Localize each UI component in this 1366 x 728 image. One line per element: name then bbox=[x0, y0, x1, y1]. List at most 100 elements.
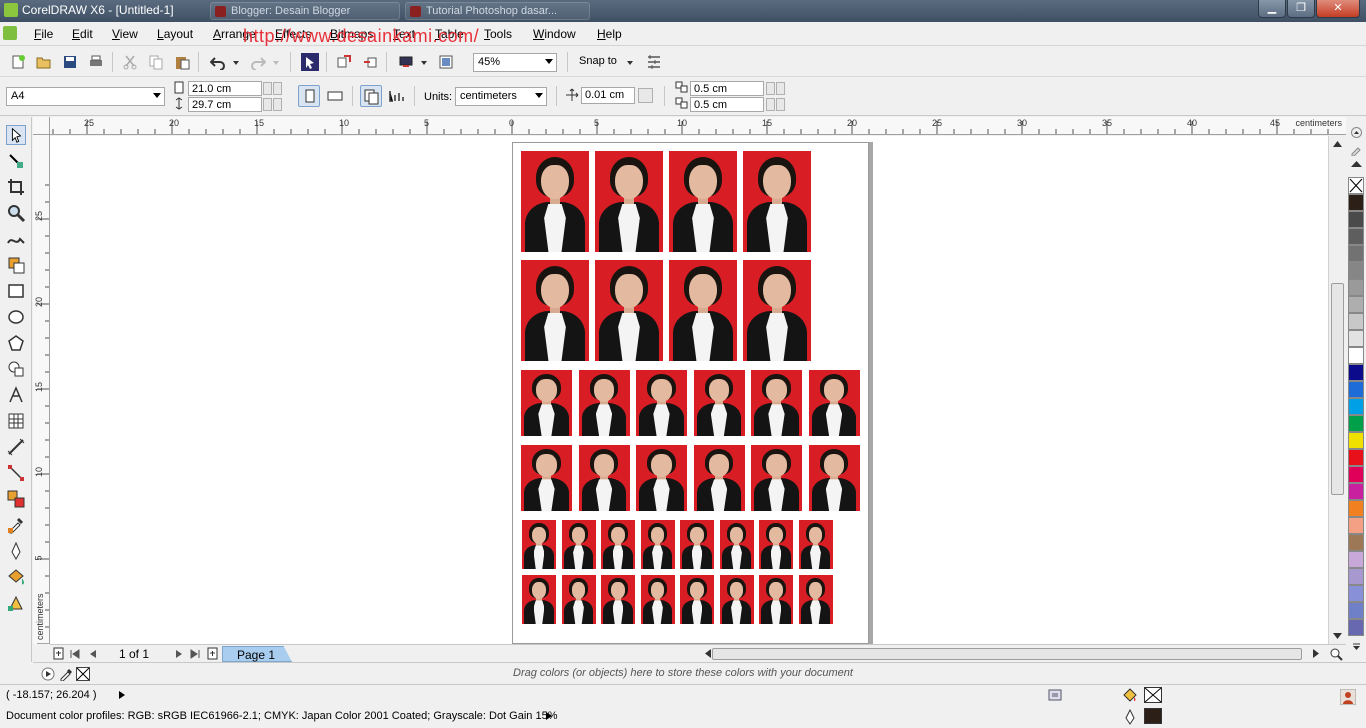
scroll-down-icon[interactable] bbox=[1333, 632, 1342, 640]
maximize-button[interactable]: ❐ bbox=[1287, 0, 1315, 18]
open-icon[interactable] bbox=[36, 54, 52, 70]
pass-photo[interactable] bbox=[640, 520, 675, 569]
pass-photo[interactable] bbox=[522, 520, 556, 569]
table-tool-icon[interactable] bbox=[6, 411, 26, 431]
palette-options-icon[interactable] bbox=[1350, 641, 1363, 654]
next-page-icon[interactable] bbox=[174, 649, 184, 659]
pass-photo[interactable] bbox=[522, 575, 556, 624]
pass-photo[interactable] bbox=[693, 370, 745, 436]
palette-scroll-up-icon[interactable] bbox=[1351, 127, 1362, 138]
palette-swatch[interactable] bbox=[1348, 296, 1364, 313]
menu-tools[interactable]: Tools bbox=[484, 27, 512, 41]
search-content-icon[interactable] bbox=[300, 52, 320, 72]
pass-photo[interactable] bbox=[578, 370, 630, 436]
page-height-spinner[interactable] bbox=[263, 98, 272, 111]
pass-photo[interactable] bbox=[680, 520, 714, 569]
vertical-scroll-thumb[interactable] bbox=[1331, 283, 1344, 495]
palette-swatch[interactable] bbox=[1348, 517, 1364, 534]
pass-photo[interactable] bbox=[578, 445, 630, 511]
blend-tool-icon[interactable] bbox=[6, 489, 26, 509]
minimize-button[interactable]: ▁ bbox=[1258, 0, 1286, 18]
duplicate-x-spinner-2[interactable] bbox=[776, 82, 785, 95]
pass-photo[interactable] bbox=[759, 575, 793, 624]
cut-icon[interactable] bbox=[122, 54, 138, 70]
pass-photo[interactable] bbox=[521, 370, 572, 436]
shape-tool-icon[interactable] bbox=[6, 151, 26, 171]
document-menu-icon[interactable] bbox=[3, 26, 17, 40]
pass-photo[interactable] bbox=[636, 445, 687, 511]
freehand-tool-icon[interactable] bbox=[6, 229, 26, 249]
pass-photo[interactable] bbox=[636, 370, 687, 436]
pass-photo[interactable] bbox=[743, 260, 811, 361]
pass-photo[interactable] bbox=[798, 575, 833, 624]
pass-photo[interactable] bbox=[680, 575, 714, 624]
palette-swatch[interactable] bbox=[1348, 313, 1364, 330]
palette-swatch[interactable] bbox=[1348, 432, 1364, 449]
first-page-icon[interactable] bbox=[70, 649, 80, 659]
redo-icon[interactable] bbox=[250, 54, 266, 70]
no-color-swatch[interactable] bbox=[1348, 177, 1364, 194]
page-size-select[interactable]: A4 bbox=[6, 87, 165, 106]
horizontal-scroll-thumb[interactable] bbox=[712, 648, 1302, 660]
rectangle-tool-icon[interactable] bbox=[6, 281, 26, 301]
polygon-tool-icon[interactable] bbox=[6, 333, 26, 353]
pass-photo[interactable] bbox=[798, 520, 833, 569]
last-page-icon[interactable] bbox=[190, 649, 200, 659]
palette-swatch[interactable] bbox=[1348, 398, 1364, 415]
pass-photo[interactable] bbox=[808, 370, 860, 436]
current-page-icon[interactable] bbox=[388, 88, 406, 104]
save-icon[interactable] bbox=[62, 54, 78, 70]
document-color-profiles[interactable]: Document color profiles: RGB: sRGB IEC61… bbox=[6, 710, 557, 722]
profiles-menu-icon[interactable] bbox=[545, 711, 553, 721]
palette-swatch[interactable] bbox=[1348, 211, 1364, 228]
palette-swatch[interactable] bbox=[1348, 551, 1364, 568]
outline-pen-tool-icon[interactable] bbox=[6, 541, 26, 561]
page-width-spinner[interactable] bbox=[263, 82, 272, 95]
zoom-combo[interactable]: 45% bbox=[473, 53, 557, 72]
drawing-canvas[interactable] bbox=[50, 136, 1328, 644]
vertical-ruler[interactable]: 25 20 15 10 5 centimeters bbox=[33, 135, 50, 644]
ruler-origin[interactable] bbox=[33, 117, 50, 135]
options-icon[interactable] bbox=[646, 54, 662, 70]
palette-swatch[interactable] bbox=[1348, 619, 1364, 636]
menu-layout[interactable]: Layout bbox=[157, 27, 193, 41]
zoom-tool-icon[interactable] bbox=[6, 203, 26, 223]
fill-tool-icon[interactable] bbox=[6, 567, 26, 587]
outline-pen-indicator-icon[interactable] bbox=[1124, 709, 1136, 725]
coordinates-menu-icon[interactable] bbox=[118, 690, 126, 700]
previous-page-icon[interactable] bbox=[88, 649, 98, 659]
scroll-right-icon[interactable] bbox=[1312, 649, 1320, 658]
pass-photo[interactable] bbox=[759, 520, 793, 569]
pass-photo[interactable] bbox=[561, 520, 596, 569]
page-height-field[interactable]: 29.7 cm bbox=[188, 97, 262, 112]
dimension-tool-icon[interactable] bbox=[6, 437, 26, 457]
menu-help[interactable]: Help bbox=[597, 27, 622, 41]
palette-swatch[interactable] bbox=[1348, 228, 1364, 245]
pass-photo[interactable] bbox=[601, 575, 635, 624]
pass-photo[interactable] bbox=[595, 260, 663, 361]
welcome-screen-icon[interactable] bbox=[438, 54, 454, 70]
pass-photo[interactable] bbox=[521, 151, 589, 252]
coreldraw-app-icon[interactable] bbox=[4, 3, 18, 17]
vertical-scrollbar[interactable] bbox=[1328, 136, 1345, 644]
palette-swatch[interactable] bbox=[1348, 466, 1364, 483]
taskbar-tab-blogger[interactable]: Blogger: Desain Blogger bbox=[210, 2, 400, 20]
scroll-left-icon[interactable] bbox=[704, 649, 712, 658]
nudge-distance-field[interactable]: 0.01 cm bbox=[581, 87, 635, 104]
new-document-icon[interactable] bbox=[10, 54, 26, 70]
pass-photo[interactable] bbox=[693, 445, 745, 511]
page-height-lock[interactable] bbox=[273, 98, 282, 111]
outline-color-swatch[interactable] bbox=[1144, 708, 1162, 724]
ellipse-tool-icon[interactable] bbox=[6, 307, 26, 327]
user-account-icon[interactable] bbox=[1340, 689, 1356, 705]
fill-color-swatch[interactable] bbox=[1144, 687, 1162, 703]
pass-photo[interactable] bbox=[743, 151, 811, 252]
taskbar-tab-tutorial[interactable]: Tutorial Photoshop dasar... bbox=[405, 2, 590, 20]
palette-swatch[interactable] bbox=[1348, 262, 1364, 279]
menu-edit[interactable]: Edit bbox=[72, 27, 93, 41]
pass-photo[interactable] bbox=[719, 520, 754, 569]
pass-photo[interactable] bbox=[561, 575, 596, 624]
launcher-dropdown-icon[interactable] bbox=[420, 54, 428, 70]
units-select[interactable]: centimeters bbox=[455, 87, 547, 106]
eyedropper-tool-icon[interactable] bbox=[6, 515, 26, 535]
